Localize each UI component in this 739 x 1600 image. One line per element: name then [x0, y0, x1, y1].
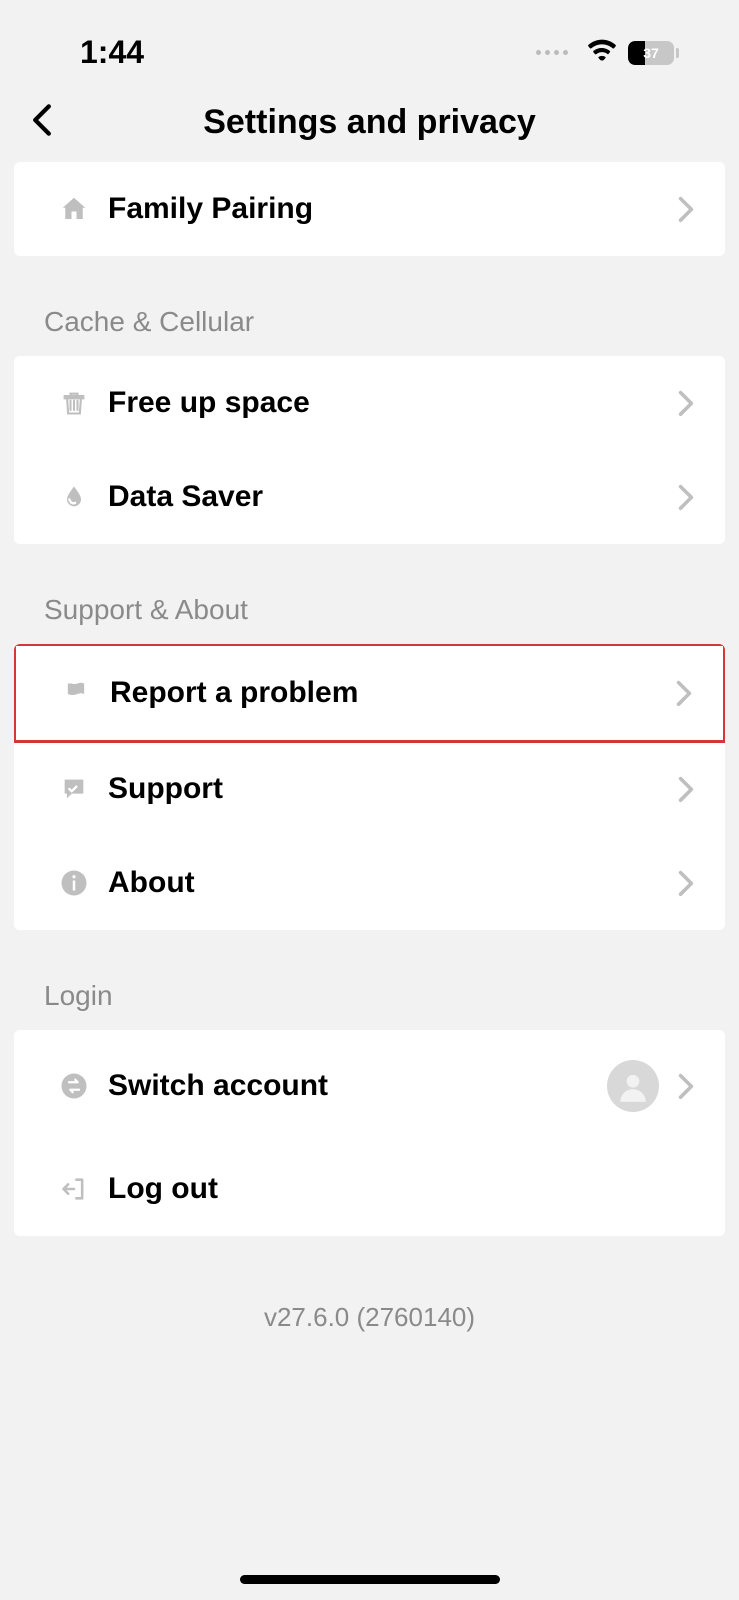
logout-icon — [58, 1173, 90, 1205]
list-item-log-out[interactable]: Log out — [14, 1142, 725, 1236]
chevron-right-icon — [675, 679, 693, 707]
chevron-right-icon — [677, 483, 695, 511]
back-button[interactable] — [28, 103, 56, 142]
item-label: Switch account — [108, 1069, 607, 1103]
info-icon — [58, 867, 90, 899]
item-label: Data Saver — [108, 480, 677, 514]
item-label: Report a problem — [110, 676, 675, 710]
list-item-family-pairing[interactable]: Family Pairing — [14, 162, 725, 256]
section-header-support-about: Support & About — [0, 562, 739, 644]
status-bar: 1:44 37 — [0, 0, 739, 85]
avatar-icon — [607, 1060, 659, 1112]
list-item-free-up-space[interactable]: Free up space — [14, 356, 725, 450]
item-label: About — [108, 866, 677, 900]
drop-icon — [58, 481, 90, 513]
item-label: Log out — [108, 1172, 695, 1206]
signal-dots-icon — [536, 50, 568, 55]
item-label: Free up space — [108, 386, 677, 420]
header: Settings and privacy — [0, 85, 739, 162]
item-label: Support — [108, 772, 677, 806]
flag-icon — [60, 677, 92, 709]
chevron-right-icon — [677, 775, 695, 803]
list-item-data-saver[interactable]: Data Saver — [14, 450, 725, 544]
list-item-switch-account[interactable]: Switch account — [14, 1030, 725, 1142]
house-icon — [58, 193, 90, 225]
trash-icon — [58, 387, 90, 419]
item-label: Family Pairing — [108, 192, 677, 226]
section-group-login: Switch account Log out — [14, 1030, 725, 1236]
swap-icon — [58, 1070, 90, 1102]
section-group-support-about: Report a problem Support About — [14, 644, 725, 930]
page-title: Settings and privacy — [28, 103, 711, 142]
section-header-login: Login — [0, 948, 739, 1030]
status-time: 1:44 — [80, 34, 144, 71]
battery-icon: 37 — [628, 41, 679, 65]
chevron-right-icon — [677, 195, 695, 223]
chat-icon — [58, 773, 90, 805]
section-header-cache-cellular: Cache & Cellular — [0, 274, 739, 356]
list-item-about[interactable]: About — [14, 836, 725, 930]
chevron-right-icon — [677, 389, 695, 417]
status-right: 37 — [536, 39, 679, 66]
home-indicator[interactable] — [240, 1575, 500, 1584]
wifi-icon — [588, 39, 616, 66]
chevron-right-icon — [677, 1072, 695, 1100]
chevron-right-icon — [677, 869, 695, 897]
section-group-family: Family Pairing — [14, 162, 725, 256]
list-item-support[interactable]: Support — [14, 742, 725, 836]
list-item-report-problem[interactable]: Report a problem — [14, 644, 725, 743]
section-group-cache-cellular: Free up space Data Saver — [14, 356, 725, 544]
version-text: v27.6.0 (2760140) — [0, 1254, 739, 1381]
